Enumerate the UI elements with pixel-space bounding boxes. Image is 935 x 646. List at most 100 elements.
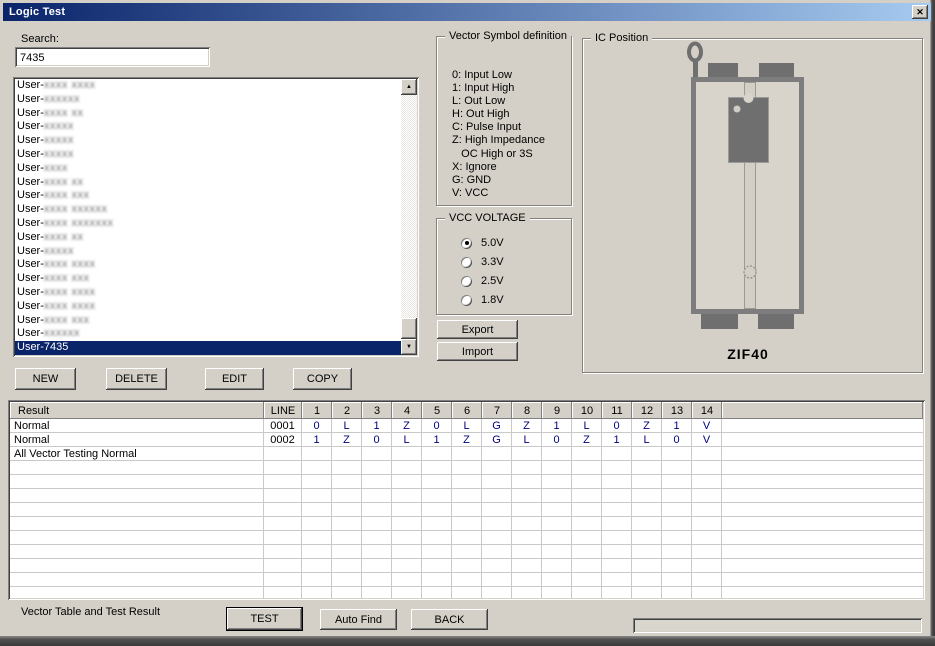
list-item[interactable]: User-xxxxx: [15, 148, 401, 162]
list-item[interactable]: User-xxxxx: [15, 120, 401, 134]
list-item[interactable]: User-xxxx xxxx: [15, 79, 401, 93]
table-row[interactable]: [10, 503, 923, 517]
result-table[interactable]: ResultLINE1234567891011121314 Normal0001…: [8, 400, 925, 600]
table-cell: [632, 461, 662, 475]
window-bottom-border: [0, 636, 935, 646]
table-cell: 0: [422, 419, 452, 433]
list-item[interactable]: User-xxxx xxxx: [15, 286, 401, 300]
table-cell: Normal: [10, 433, 264, 447]
table-row[interactable]: [10, 587, 923, 598]
list-item[interactable]: User-xxxx xx: [15, 231, 401, 245]
delete-button[interactable]: DELETE: [106, 368, 167, 390]
table-header-cell: 12: [632, 402, 662, 419]
export-button[interactable]: Export: [437, 320, 518, 339]
table-cell: [264, 503, 302, 517]
radio-icon[interactable]: [461, 238, 472, 249]
list-item[interactable]: User-xxxxxx: [15, 327, 401, 341]
table-row[interactable]: [10, 531, 923, 545]
list-item[interactable]: User-xxxx xxx: [15, 314, 401, 328]
table-row[interactable]: [10, 517, 923, 531]
radio-option-5.0v[interactable]: 5.0V: [461, 236, 504, 250]
radio-option-3.3v[interactable]: 3.3V: [461, 255, 504, 269]
import-button[interactable]: Import: [437, 342, 518, 361]
list-item[interactable]: User-xxxx xx: [15, 176, 401, 190]
table-cell: Z: [452, 433, 482, 447]
table-row[interactable]: All Vector Testing Normal: [10, 447, 923, 461]
list-item[interactable]: User-xxxxx: [15, 134, 401, 148]
table-row[interactable]: Normal00021Z0L1ZGL0Z1L0V: [10, 433, 923, 447]
edit-button[interactable]: EDIT: [205, 368, 264, 390]
radio-icon[interactable]: [461, 257, 472, 268]
table-row[interactable]: Normal00010L1Z0LGZ1L0Z1V: [10, 419, 923, 433]
table-cell: [362, 475, 392, 489]
list-item[interactable]: User-xxxx xx: [15, 107, 401, 121]
table-header-cell: [722, 402, 923, 419]
radio-icon[interactable]: [461, 276, 472, 287]
table-row[interactable]: [10, 545, 923, 559]
edit-button-label: EDIT: [222, 373, 247, 385]
table-cell: [452, 587, 482, 598]
scroll-down-button[interactable]: ▼: [401, 339, 417, 355]
scroll-thumb[interactable]: [401, 318, 417, 339]
table-row[interactable]: [10, 559, 923, 573]
back-button[interactable]: BACK: [411, 609, 488, 630]
table-header-cell: 11: [602, 402, 632, 419]
list-item[interactable]: User-xxxx xxxx: [15, 300, 401, 314]
table-cell: [422, 517, 452, 531]
auto-find-button[interactable]: Auto Find: [320, 609, 397, 630]
table-cell: [392, 475, 422, 489]
table-cell: [332, 447, 362, 461]
table-cell: [692, 517, 722, 531]
table-cell: 0: [602, 419, 632, 433]
table-cell: [692, 475, 722, 489]
table-row[interactable]: [10, 461, 923, 475]
table-cell: [10, 475, 264, 489]
title-bar[interactable]: Logic Test: [3, 3, 931, 21]
ic-position-group: IC Position ZIF40: [582, 38, 923, 373]
table-cell: [10, 517, 264, 531]
table-cell: [662, 461, 692, 475]
table-cell: [264, 531, 302, 545]
radio-option-2.5v[interactable]: 2.5V: [461, 274, 504, 288]
vcc-voltage-group-title: VCC VOLTAGE: [445, 212, 530, 224]
test-button[interactable]: TEST: [226, 607, 303, 631]
list-item[interactable]: User-xxxxxx: [15, 93, 401, 107]
list-item[interactable]: User-xxxx xxx: [15, 189, 401, 203]
table-cell: [572, 517, 602, 531]
table-cell: [264, 447, 302, 461]
copy-button[interactable]: COPY: [293, 368, 352, 390]
close-button[interactable]: ✕: [912, 5, 928, 19]
table-cell: [722, 587, 923, 598]
table-cell: [302, 545, 332, 559]
table-cell: V: [692, 433, 722, 447]
table-cell: [632, 503, 662, 517]
delete-button-label: DELETE: [115, 373, 158, 385]
table-cell: L: [572, 419, 602, 433]
new-button[interactable]: NEW: [15, 368, 76, 390]
table-cell: All Vector Testing Normal: [10, 447, 264, 461]
radio-option-1.8v[interactable]: 1.8V: [461, 293, 504, 307]
table-cell: [392, 531, 422, 545]
socket-label: ZIF40: [683, 346, 813, 362]
radio-label: 1.8V: [481, 294, 504, 306]
table-cell: [542, 559, 572, 573]
table-cell: [264, 489, 302, 503]
table-row[interactable]: [10, 489, 923, 503]
list-item[interactable]: User-xxxx: [15, 162, 401, 176]
table-row[interactable]: [10, 475, 923, 489]
list-item[interactable]: User-xxxx xxxx: [15, 258, 401, 272]
scroll-up-button[interactable]: ▲: [401, 79, 417, 95]
vector-symbol-group-title: Vector Symbol definition: [445, 30, 571, 42]
list-item[interactable]: User-xxxxx: [15, 245, 401, 259]
user-list[interactable]: User-xxxx xxxxUser-xxxxxxUser-xxxx xxUse…: [13, 77, 419, 357]
list-scrollbar[interactable]: ▲ ▼: [401, 79, 417, 355]
table-cell: [422, 573, 452, 587]
radio-icon[interactable]: [461, 295, 472, 306]
list-item[interactable]: User-xxxx xxxxxxx: [15, 217, 401, 231]
progress-bar: [633, 618, 922, 633]
list-item[interactable]: User-xxxx xxx: [15, 272, 401, 286]
list-item-selected[interactable]: User-7435: [15, 341, 401, 355]
table-row[interactable]: [10, 573, 923, 587]
search-input[interactable]: [15, 47, 210, 67]
list-item[interactable]: User-xxxx xxxxxx: [15, 203, 401, 217]
